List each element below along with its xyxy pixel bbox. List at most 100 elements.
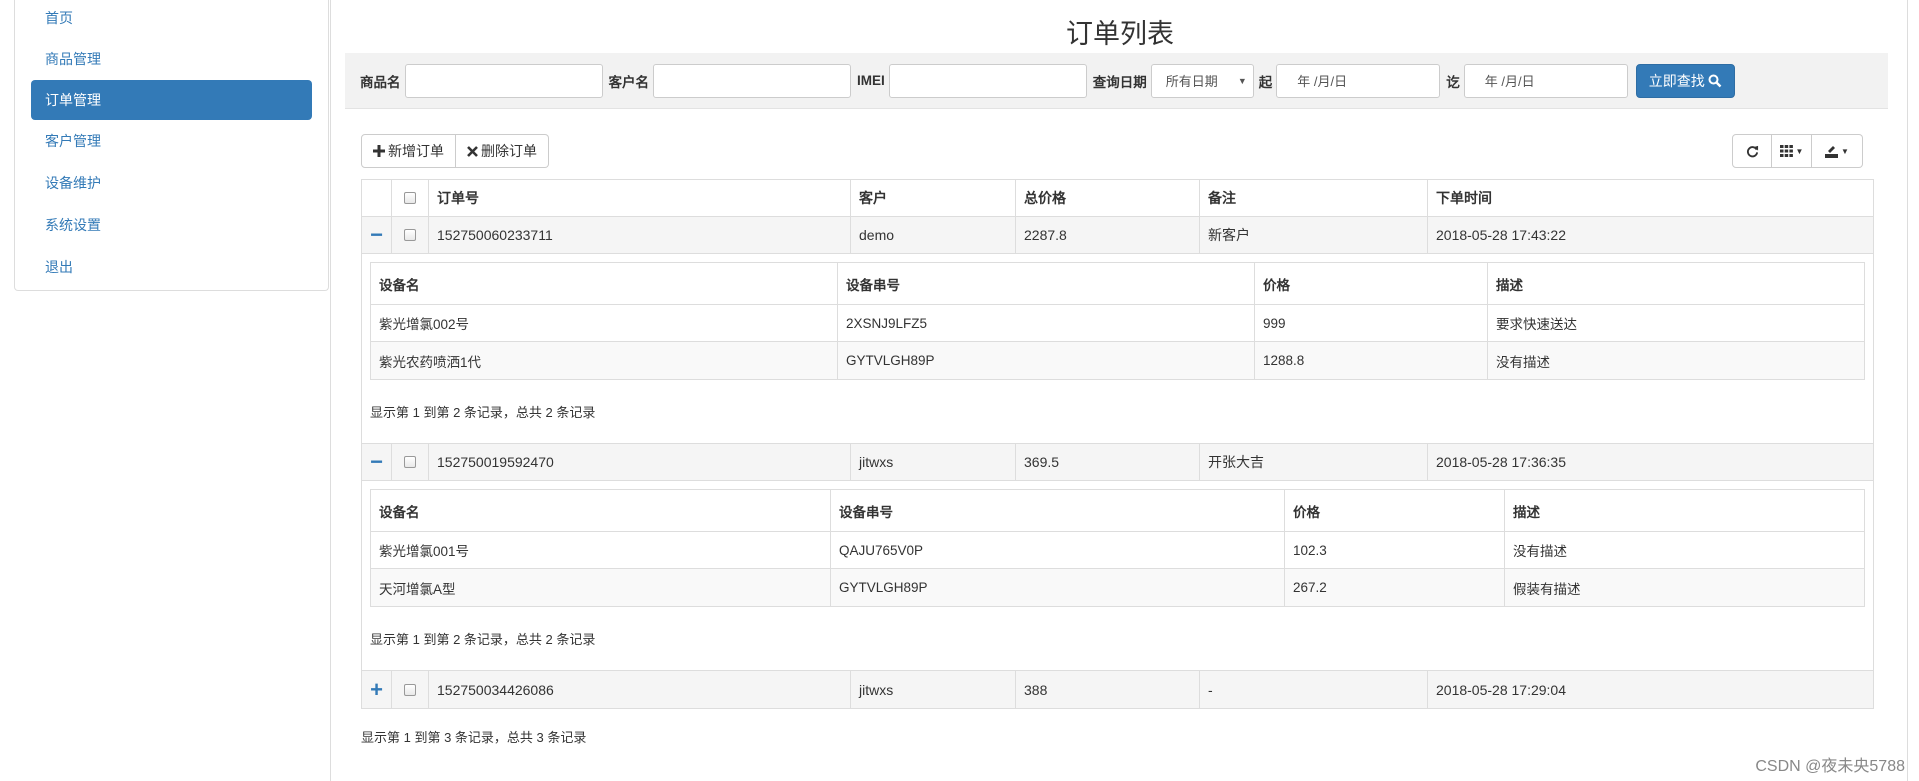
table-header-row: 订单号 客户 总价格 备注 下单时间 <box>362 180 1873 217</box>
date-select-value: 所有日期 <box>1165 74 1218 89</box>
table-pagination-info: 显示第 1 到第 3 条记录，总共 3 条记录 <box>361 730 587 745</box>
customer-name-input[interactable] <box>653 63 851 98</box>
sub-header-price: 价格 <box>1285 490 1505 531</box>
remove-icon <box>467 145 478 157</box>
subtable-row[interactable]: 天河增氯A型 GYTVLGH89P 267.2 假装有描述 <box>371 569 1864 606</box>
search-icon <box>1708 74 1722 87</box>
total-price-cell: 2287.8 <box>1016 217 1200 253</box>
delete-order-label: 删除订单 <box>481 143 537 159</box>
sidebar-item-orders[interactable]: 订单管理 <box>31 80 312 120</box>
device-subtable: 设备名 设备串号 价格 描述 紫光增氯001号 QAJU765V0P 102.3… <box>370 489 1865 607</box>
device-name-cell: 紫光增氯001号 <box>371 532 831 568</box>
collapse-toggle-icon[interactable]: − <box>362 217 392 253</box>
from-date-input[interactable]: 年 /月/日 <box>1276 63 1441 98</box>
expand-toggle-icon[interactable]: + <box>362 671 392 708</box>
checkbox-box[interactable] <box>404 229 416 241</box>
row-checkbox[interactable] <box>392 444 429 480</box>
device-serial-cell: QAJU765V0P <box>831 532 1285 568</box>
select-arrow-icon: ▼ <box>1237 75 1247 86</box>
sub-header-device-name: 设备名 <box>371 490 831 531</box>
select-all-checkbox[interactable] <box>392 180 429 216</box>
device-desc-cell: 要求快速送达 <box>1496 317 1577 332</box>
export-button[interactable]: ▼ <box>1812 134 1863 168</box>
sidebar-item-settings[interactable]: 系统设置 <box>15 204 328 246</box>
caret-down-icon: ▼ <box>1795 146 1804 156</box>
add-order-button[interactable]: 新增订单 <box>361 134 456 168</box>
to-date-placeholder: 年 /月/日 <box>1484 74 1535 89</box>
sidebar-nav: 首页 商品管理 订单管理 客户管理 设备维护 系统设置 退出 <box>14 0 329 291</box>
subtable-header-row: 设备名 设备串号 价格 描述 <box>371 490 1864 532</box>
device-desc-cell: 没有描述 <box>1513 544 1567 559</box>
from-label: 起 <box>1258 74 1273 90</box>
product-name-input[interactable] <box>404 63 603 98</box>
page-title: 订单列表 <box>1066 19 1174 49</box>
subtable-pagination-info: 显示第 1 到第 2 条记录，总共 2 条记录 <box>370 632 596 647</box>
device-desc-cell: 没有描述 <box>1496 354 1550 370</box>
table-row[interactable]: − 152750060233711 demo 2287.8 新客户 2018-0… <box>362 217 1873 254</box>
sub-header-serial: 设备串号 <box>838 263 1255 304</box>
order-id-cell: 152750060233711 <box>429 217 851 253</box>
imei-input[interactable] <box>888 63 1087 98</box>
checkbox-box[interactable] <box>404 192 416 204</box>
collapse-toggle-icon[interactable]: − <box>362 444 392 480</box>
note-cell: 新客户 <box>1200 217 1428 253</box>
sidebar-item-home[interactable]: 首页 <box>15 0 328 38</box>
header-order-time[interactable]: 下单时间 <box>1428 180 1873 216</box>
export-icon <box>1825 145 1839 158</box>
checkbox-box[interactable] <box>404 456 416 468</box>
grid-icon <box>1779 145 1793 157</box>
imei-label: IMEI <box>857 73 885 88</box>
subtable-header-row: 设备名 设备串号 价格 描述 <box>371 263 1864 305</box>
subtable-row[interactable]: 紫光农药喷洒1代 GYTVLGH89P 1288.8 没有描述 <box>371 342 1864 379</box>
add-order-label: 新增订单 <box>388 143 444 159</box>
total-price-cell: 388 <box>1016 671 1200 708</box>
sidebar-item-products[interactable]: 商品管理 <box>15 38 328 80</box>
table-row[interactable]: + 152750034426086 jitwxs 388 - 2018-05-2… <box>362 671 1873 708</box>
subtable-row[interactable]: 紫光增氯001号 QAJU765V0P 102.3 没有描述 <box>371 532 1864 569</box>
subtable-row[interactable]: 紫光增氯002号 2XSNJ9LFZ5 999 要求快速送达 <box>371 305 1864 342</box>
watermark: CSDN @夜未央5788 <box>1755 758 1905 775</box>
order-time-cell: 2018-05-28 17:29:04 <box>1436 681 1566 698</box>
product-label: 商品名 <box>360 74 401 90</box>
to-date-input[interactable]: 年 /月/日 <box>1463 63 1628 98</box>
order-time-cell: 2018-05-28 17:36:35 <box>1436 454 1566 470</box>
order-detail-panel: 设备名 设备串号 价格 描述 紫光增氯001号 QAJU765V0P 102.3… <box>362 481 1873 671</box>
row-checkbox[interactable] <box>392 217 429 253</box>
refresh-button[interactable] <box>1732 134 1772 168</box>
sidebar-item-customers[interactable]: 客户管理 <box>15 120 328 162</box>
delete-order-button[interactable]: 删除订单 <box>456 134 549 168</box>
row-checkbox[interactable] <box>392 671 429 708</box>
search-bar: 商品名 客户名 IMEI 查询日期 所有日期 ▼ 起 年 /月/日 讫 年 /月… <box>345 53 1888 109</box>
header-note[interactable]: 备注 <box>1200 180 1428 216</box>
header-total-price[interactable]: 总价格 <box>1016 180 1200 216</box>
main-panel: 订单列表 商品名 客户名 IMEI 查询日期 所有日期 ▼ 起 年 /月/日 讫… <box>330 0 1908 781</box>
device-subtable: 设备名 设备串号 价格 描述 紫光增氯002号 2XSNJ9LFZ5 999 要… <box>370 262 1865 380</box>
device-price-cell: 267.2 <box>1285 569 1505 606</box>
to-label: 讫 <box>1446 74 1460 90</box>
sub-header-desc: 描述 <box>1513 504 1540 520</box>
device-price-cell: 1288.8 <box>1255 342 1488 379</box>
columns-button[interactable]: ▼ <box>1772 134 1812 168</box>
checkbox-box[interactable] <box>404 683 416 696</box>
order-id-cell: 152750019592470 <box>429 444 851 480</box>
customer-cell: demo <box>851 217 1016 253</box>
order-detail-panel: 设备名 设备串号 价格 描述 紫光增氯002号 2XSNJ9LFZ5 999 要… <box>362 254 1873 444</box>
sidebar-item-devices[interactable]: 设备维护 <box>15 162 328 204</box>
sub-header-device-name: 设备名 <box>371 263 838 304</box>
order-id-cell: 152750034426086 <box>429 671 851 708</box>
note-cell: - <box>1200 671 1428 708</box>
table-action-group: 新增订单 删除订单 <box>361 134 549 168</box>
device-desc-cell: 假装有描述 <box>1513 581 1581 597</box>
note-cell: 开张大吉 <box>1200 444 1428 480</box>
table-row[interactable]: − 152750019592470 jitwxs 369.5 开张大吉 2018… <box>362 444 1873 481</box>
sidebar-item-logout[interactable]: 退出 <box>15 246 328 288</box>
header-customer[interactable]: 客户 <box>851 180 1016 216</box>
plus-icon <box>373 145 385 157</box>
search-button[interactable]: 立即查找 <box>1635 63 1735 98</box>
device-name-cell: 天河增氯A型 <box>371 569 831 606</box>
header-toggle-cell <box>362 180 392 216</box>
customer-cell: jitwxs <box>851 671 1016 708</box>
subtable-pagination-info: 显示第 1 到第 2 条记录，总共 2 条记录 <box>370 405 596 420</box>
header-order-id[interactable]: 订单号 <box>429 180 851 216</box>
date-range-select[interactable]: 所有日期 ▼ <box>1150 63 1254 98</box>
